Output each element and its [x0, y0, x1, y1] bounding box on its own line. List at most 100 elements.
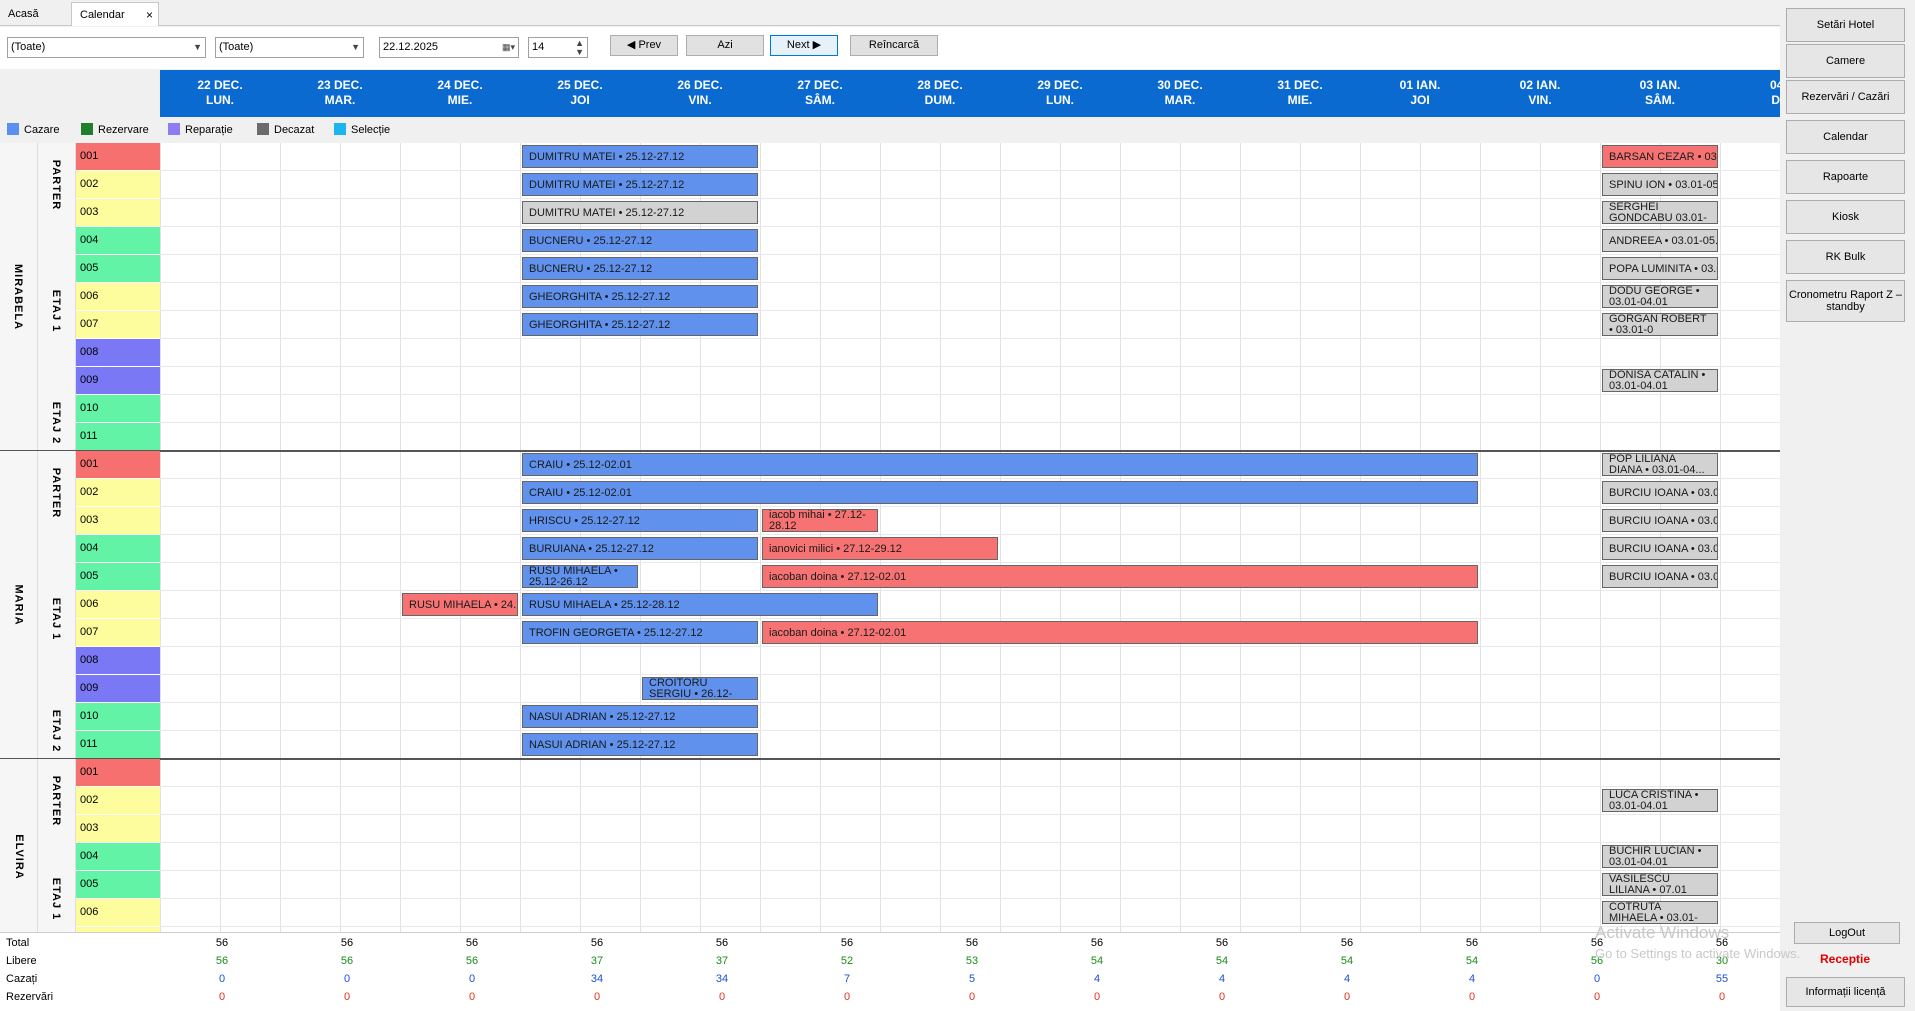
room-cell[interactable]: 006: [76, 591, 160, 619]
day-header[interactable]: 02 IAN. VIN.: [1480, 78, 1600, 108]
booking-bar[interactable]: DONISA CATALIN • 03.01-04.01: [1602, 369, 1718, 392]
reload-button[interactable]: Reîncarcă: [850, 35, 938, 56]
side-menu-button[interactable]: Calendar: [1786, 120, 1905, 154]
day-header[interactable]: 29 DEC. LUN.: [1000, 78, 1120, 108]
booking-bar[interactable]: TROFIN GEORGETA • 25.12-27.12: [522, 621, 758, 644]
day-header[interactable]: 01 IAN. JOI: [1360, 78, 1480, 108]
booking-bar[interactable]: DUMITRU MATEI • 25.12-27.12: [522, 145, 758, 168]
day-header[interactable]: 03 IAN. SÂM.: [1600, 78, 1720, 108]
hotel-filter-select[interactable]: (Toate) ▼: [7, 37, 206, 58]
side-menu-button[interactable]: RK Bulk: [1786, 240, 1905, 274]
booking-bar[interactable]: iacoban doina • 27.12-02.01: [762, 565, 1478, 588]
booking-bar[interactable]: BUCNERU • 25.12-27.12: [522, 229, 758, 252]
room-cell[interactable]: 004: [76, 535, 160, 563]
room-cell[interactable]: 003: [76, 199, 160, 227]
room-cell[interactable]: 003: [76, 507, 160, 535]
side-menu-button[interactable]: Rezervări / Cazări: [1786, 80, 1905, 114]
spin-icon[interactable]: ▲ ▼: [575, 39, 584, 57]
booking-bar[interactable]: HRISCU • 25.12-27.12: [522, 509, 758, 532]
booking-bar[interactable]: BURCIU IOANA • 03.0: [1602, 481, 1718, 504]
room-cell[interactable]: 002: [76, 171, 160, 199]
logout-button[interactable]: LogOut: [1794, 922, 1900, 944]
booking-bar[interactable]: GORGAN ROBERT • 03.01-0: [1602, 313, 1718, 336]
side-menu-button[interactable]: Cronometru Raport Z – standby: [1786, 280, 1905, 322]
tab-home[interactable]: Acasă: [0, 2, 70, 26]
room-cell[interactable]: 006: [76, 283, 160, 311]
booking-bar[interactable]: DUMITRU MATEI • 25.12-27.12: [522, 173, 758, 196]
booking-bar[interactable]: BURCIU IOANA • 03.0: [1602, 537, 1718, 560]
close-tab-icon[interactable]: ×: [146, 3, 153, 27]
today-button[interactable]: Azi: [686, 35, 764, 56]
room-cell[interactable]: 007: [76, 311, 160, 339]
room-cell[interactable]: 005: [76, 563, 160, 591]
room-cell[interactable]: 011: [76, 731, 160, 759]
side-menu-button[interactable]: Setări Hotel: [1786, 8, 1905, 42]
room-cell[interactable]: 009: [76, 675, 160, 703]
room-type-filter-select[interactable]: (Toate) ▼: [215, 37, 364, 58]
booking-bar[interactable]: NASUI ADRIAN • 25.12-27.12: [522, 705, 758, 728]
booking-bar[interactable]: POPA LUMINITA • 03.0: [1602, 257, 1718, 280]
room-cell[interactable]: 001: [76, 143, 160, 171]
day-header[interactable]: 26 DEC. VIN.: [640, 78, 760, 108]
booking-bar[interactable]: RUSU MIHAELA • 25.12-26.12: [522, 565, 638, 588]
booking-bar[interactable]: ANDREEA • 03.01-05.: [1602, 229, 1718, 252]
booking-bar[interactable]: BURUIANA • 25.12-27.12: [522, 537, 758, 560]
booking-bar[interactable]: iacoban doina • 27.12-02.01: [762, 621, 1478, 644]
side-menu-button[interactable]: Rapoarte: [1786, 160, 1905, 194]
booking-bar[interactable]: RUSU MIHAELA • 25.12-28.12: [522, 593, 878, 616]
room-cell[interactable]: 008: [76, 647, 160, 675]
booking-bar[interactable]: GHEORGHITA • 25.12-27.12: [522, 313, 758, 336]
side-menu-button[interactable]: Kiosk: [1786, 200, 1905, 234]
booking-bar[interactable]: POP LILIANA DIANA • 03.01-04...: [1602, 453, 1718, 476]
booking-bar[interactable]: ianovici milici • 27.12-29.12: [762, 537, 998, 560]
room-cell[interactable]: 010: [76, 703, 160, 731]
prev-button[interactable]: ◀ Prev: [610, 35, 678, 56]
day-header[interactable]: 25 DEC. JOI: [520, 78, 640, 108]
booking-bar[interactable]: NASUI ADRIAN • 25.12-27.12: [522, 733, 758, 756]
room-cell[interactable]: 001: [76, 759, 160, 787]
calendar-grid[interactable]: 001 002 003 PARTER 004 005 006 007 008 009 ETAJ 10…: [0, 143, 1780, 932]
license-info-button[interactable]: Informații licență: [1786, 977, 1905, 1007]
booking-bar[interactable]: DODU GEORGE • 03.01-04.01: [1602, 285, 1718, 308]
day-header[interactable]: 04 IDU: [1720, 78, 1780, 108]
booking-bar[interactable]: LUCA CRISTINA • 03.01-04.01: [1602, 789, 1718, 812]
booking-bar[interactable]: SERGHEI GONDCABU 03.01-05.01: [1602, 201, 1718, 224]
booking-bar[interactable]: RUSU MIHAELA • 24.12: [402, 593, 518, 616]
day-header[interactable]: 27 DEC. SÂM.: [760, 78, 880, 108]
room-cell[interactable]: 005: [76, 255, 160, 283]
day-header[interactable]: 28 DEC. DUM.: [880, 78, 1000, 108]
day-header[interactable]: 31 DEC. MIE.: [1240, 78, 1360, 108]
booking-bar[interactable]: iacob mihai • 27.12-28.12: [762, 509, 878, 532]
booking-bar[interactable]: BUCHIR LUCIAN • 03.01-04.01: [1602, 845, 1718, 868]
booking-bar[interactable]: SPINU ION • 03.01-05.: [1602, 173, 1718, 196]
day-header[interactable]: 22 DEC. LUN.: [160, 78, 280, 108]
next-button[interactable]: Next ▶: [770, 35, 838, 56]
day-header[interactable]: 30 DEC. MAR.: [1120, 78, 1240, 108]
room-cell[interactable]: 004: [76, 843, 160, 871]
room-cell[interactable]: 005: [76, 871, 160, 899]
booking-bar[interactable]: CRAIU • 25.12-02.01: [522, 481, 1478, 504]
tab-calendar[interactable]: Calendar ×: [71, 2, 159, 26]
booking-bar[interactable]: BURCIU IOANA • 03.0: [1602, 565, 1718, 588]
booking-bar[interactable]: VASILESCU LILIANA • 07.01: [1602, 873, 1718, 896]
room-cell[interactable]: 008: [76, 339, 160, 367]
booking-bar[interactable]: CRAIU • 25.12-02.01: [522, 453, 1478, 476]
booking-bar[interactable]: COTRUTA MIHAELA • 03.01-0...: [1602, 901, 1718, 924]
room-cell[interactable]: 001: [76, 451, 160, 479]
booking-bar[interactable]: BURCIU IOANA • 03.0: [1602, 509, 1718, 532]
room-cell[interactable]: 002: [76, 787, 160, 815]
date-picker[interactable]: 22.12.2025 ▦▾: [379, 37, 519, 58]
booking-bar[interactable]: CROITORU SERGIU • 26.12-27...: [642, 677, 758, 700]
days-stepper[interactable]: 14 ▲ ▼: [528, 37, 588, 58]
room-cell[interactable]: 003: [76, 815, 160, 843]
side-menu-button[interactable]: Camere: [1786, 44, 1905, 78]
booking-bar[interactable]: GHEORGHITA • 25.12-27.12: [522, 285, 758, 308]
booking-bar[interactable]: DUMITRU MATEI • 25.12-27.12: [522, 201, 758, 224]
room-cell[interactable]: 004: [76, 227, 160, 255]
room-cell[interactable]: 009: [76, 367, 160, 395]
booking-bar[interactable]: BUCNERU • 25.12-27.12: [522, 257, 758, 280]
room-cell[interactable]: 010: [76, 395, 160, 423]
room-cell[interactable]: 011: [76, 423, 160, 451]
day-header[interactable]: 23 DEC. MAR.: [280, 78, 400, 108]
room-cell[interactable]: 002: [76, 479, 160, 507]
